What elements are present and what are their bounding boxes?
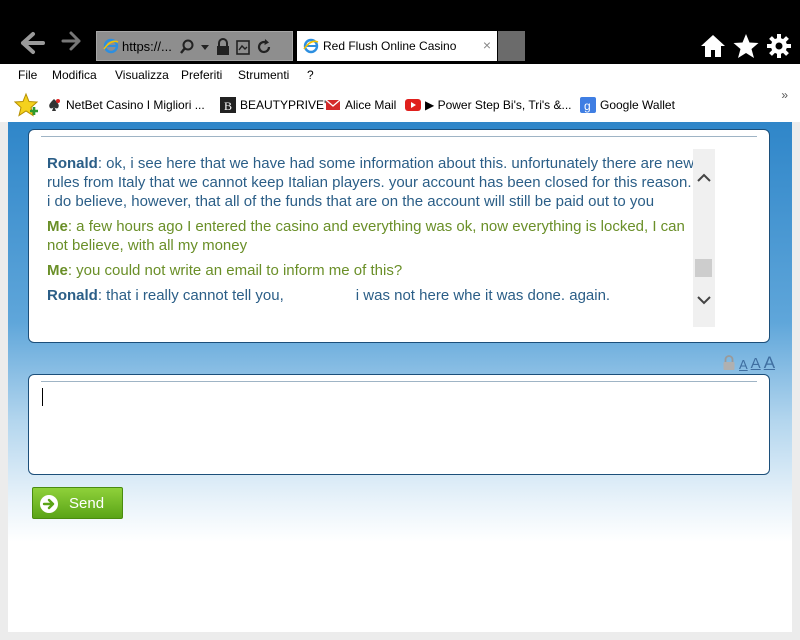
favorites-bar: NetBet Casino I Migliori ... B BEAUTYPRI…	[0, 88, 800, 122]
chat-messages: Ronald: ok, i see here that we have had …	[47, 154, 697, 311]
favorite-google-wallet[interactable]: g Google Wallet	[580, 96, 675, 114]
menu-strumenti[interactable]: Strumenti	[238, 68, 289, 82]
message-sender: Ronald	[47, 287, 98, 304]
favorite-label: NetBet Casino I Migliori ...	[66, 98, 205, 112]
chat-page: Ronald: ok, i see here that we have had …	[8, 122, 792, 632]
menu-preferiti[interactable]: Preferiti	[181, 68, 222, 82]
chat-transcript: Ronald: ok, i see here that we have had …	[28, 129, 770, 343]
forward-arrow-icon[interactable]	[58, 29, 88, 59]
chat-message: Ronald: ok, i see here that we have had …	[47, 154, 697, 211]
menu-file[interactable]: File	[18, 68, 37, 82]
address-text[interactable]: https://...	[122, 39, 172, 54]
favorite-netbet[interactable]: NetBet Casino I Migliori ...	[46, 96, 205, 114]
svg-text:B: B	[224, 99, 232, 113]
favorite-youtube[interactable]: ▶ Power Step Bi's, Tri's &...	[405, 96, 572, 114]
close-tab-icon[interactable]: ×	[483, 37, 491, 53]
divider	[41, 381, 757, 382]
favorites-star-icon[interactable]	[733, 33, 759, 59]
message-sender: Ronald	[47, 155, 98, 172]
favorite-beautyprive[interactable]: B BEAUTYPRIVE'	[220, 96, 326, 114]
search-icon[interactable]	[179, 39, 195, 55]
menu-modifica[interactable]: Modifica	[52, 68, 97, 82]
menu-visualizza[interactable]: Visualizza	[115, 68, 169, 82]
message-text: i was not here whe it was done. again.	[355, 287, 611, 304]
message-sender: Me	[47, 262, 68, 279]
message-input-box	[28, 374, 770, 475]
font-size-large-button[interactable]: A	[764, 354, 775, 371]
favorite-alice-mail[interactable]: Alice Mail	[325, 96, 396, 114]
favorite-label: ▶ Power Step Bi's, Tri's &...	[425, 98, 572, 112]
message-text: : that i really cannot tell you,	[97, 287, 284, 304]
chat-tools: A A A	[722, 351, 775, 371]
svg-text:g: g	[584, 99, 591, 113]
dropdown-arrow-icon[interactable]	[199, 39, 211, 55]
google-icon: g	[580, 97, 596, 113]
scroll-up-chevron-icon[interactable]	[693, 167, 715, 189]
lock-icon[interactable]	[215, 38, 231, 56]
back-arrow-icon[interactable]	[16, 29, 46, 59]
chat-message: Me: a few hours ago I entered the casino…	[47, 217, 697, 255]
ie-logo-icon	[103, 38, 119, 54]
favorite-label: BEAUTYPRIVE'	[240, 98, 327, 112]
favorite-label: Google Wallet	[600, 98, 675, 112]
message-sender: Me	[47, 218, 68, 235]
tab-red-flush[interactable]: Red Flush Online Casino ×	[297, 31, 497, 61]
add-favorite-star-icon[interactable]	[14, 92, 40, 118]
text-caret	[42, 388, 43, 406]
youtube-icon	[405, 99, 421, 111]
message-input[interactable]	[41, 385, 757, 469]
send-button[interactable]: Send	[32, 487, 123, 519]
message-text: : a few hours ago I entered the casino a…	[47, 218, 685, 254]
scrollbar-thumb[interactable]	[695, 259, 712, 277]
message-text: : you could not write an email to inform…	[67, 262, 403, 279]
tab-title: Red Flush Online Casino	[323, 39, 457, 53]
mail-icon	[325, 99, 341, 110]
divider	[41, 136, 757, 137]
font-size-medium-button[interactable]: A	[751, 356, 761, 371]
browser-titlebar: https://... Red Flush Online Casino ×	[0, 0, 800, 64]
refresh-icon[interactable]	[255, 38, 273, 56]
ie-logo-icon	[303, 38, 319, 54]
settings-gear-icon[interactable]	[766, 33, 792, 59]
arrow-right-circle-icon	[40, 495, 58, 513]
menu-bar: File Modifica Visualizza Preferiti Strum…	[0, 64, 800, 88]
home-icon[interactable]	[700, 33, 726, 59]
compatibility-view-icon[interactable]	[235, 38, 251, 56]
favorites-more-chevron-icon[interactable]: »	[781, 88, 788, 102]
scroll-down-chevron-icon[interactable]	[693, 289, 715, 311]
chat-scrollbar[interactable]	[693, 149, 715, 327]
lock-icon[interactable]	[722, 355, 736, 371]
chat-message: Ronald: that i really cannot tell you, i …	[47, 286, 697, 305]
font-size-small-button[interactable]: A	[739, 358, 748, 371]
menu-help[interactable]: ?	[307, 68, 314, 82]
beautyprive-icon: B	[220, 97, 236, 113]
new-tab-button[interactable]	[498, 31, 525, 61]
favorite-label: Alice Mail	[345, 98, 397, 112]
spade-icon	[49, 99, 60, 111]
address-bar[interactable]: https://...	[96, 31, 293, 61]
message-text: : ok, i see here that we have had some i…	[47, 155, 695, 210]
send-label: Send	[69, 495, 105, 512]
chat-message: Me: you could not write an email to info…	[47, 261, 697, 280]
